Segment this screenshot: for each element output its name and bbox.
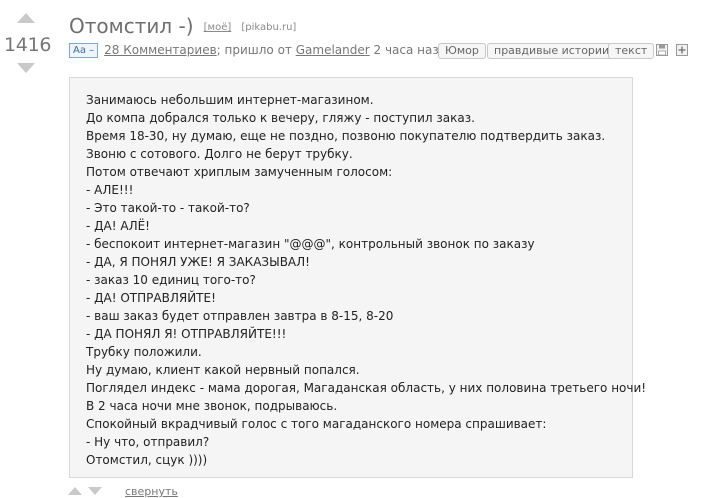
story-line: Отомстил, сцук )))) [86,453,208,467]
story-line: - ДА, Я ПОНЯЛ УЖЕ! Я ЗАКАЗЫВАЛ! [86,255,310,269]
collapse-link[interactable]: свернуть [125,485,178,498]
story-box: Занимаюсь небольшим интернет-магазином. … [69,77,647,478]
story-line: Занимаюсь небольшим интернет-магазином. [86,93,374,107]
my-link[interactable]: [моё] [204,22,232,33]
small-vote-up-icon[interactable] [68,487,82,495]
comments-link[interactable]: 28 Комментариев [104,43,217,57]
story-line: - ДА! АЛЁ! [86,219,150,233]
story-line: До компа добрался только к вечеру, гляжу… [86,111,475,125]
post-header: Отомстил -) [моё] [pikabu.ru] [69,14,296,38]
story-line: - ваш заказ будет отправлен завтра в 8-1… [86,309,394,323]
story-line: Ну думаю, клиент какой нервный попался. [86,363,360,377]
vote-up-icon[interactable] [17,13,35,23]
story-line: Поглядел индекс - мама дорогая, Магаданс… [86,381,647,395]
tag-text[interactable]: текст [608,43,655,59]
story-line: Потом отвечают хриплым замученным голосо… [86,165,393,179]
tag-true-stories[interactable]: правдивые истории [487,43,617,59]
small-vote-down-icon[interactable] [88,487,102,495]
post-meta: Aa – 28 Комментариев; пришло от Gamelande… [69,43,454,58]
story-line: - Это такой-то - такой-то? [86,201,250,215]
tag-humor[interactable]: Юмор [438,43,486,59]
post-title[interactable]: Отомстил -) [69,14,194,38]
story-line: - заказ 10 единиц того-то? [86,273,256,287]
author-link[interactable]: Gamelander [296,43,370,57]
story-line: - Ну что, отправил? [86,435,210,449]
bottom-controls: свернуть [68,485,368,498]
story-line: Звоню с сотового. Долго не берут трубку. [86,147,353,161]
rating-count: 1416 [4,34,52,56]
story-line: - беспокоит интернет-магазин "@@@", конт… [86,237,535,251]
story-line: Время 18-30, ну думаю, еще не поздно, по… [86,129,606,143]
story-line: В 2 часа ночи мне звонок, подрываюсь. [86,399,338,413]
save-icon[interactable] [656,44,668,56]
source-link[interactable]: [pikabu.ru] [241,22,296,33]
story-line: Спокойный вкрадчивый голос с того магада… [86,417,547,431]
vote-down-icon[interactable] [17,63,35,73]
from-text: ; пришло от [216,43,296,57]
story-line: - АЛЕ!!! [86,183,134,197]
expand-plus-icon[interactable] [676,44,688,56]
font-size-toggle[interactable]: Aa – [69,43,99,58]
story-line: - ДА ПОНЯЛ Я! ОТПРАВЛЯЙТЕ!!! [86,327,287,341]
story-line: - ДА! ОТПРАВЛЯЙТЕ! [86,291,216,305]
story-line: Трубку положили. [86,345,202,359]
